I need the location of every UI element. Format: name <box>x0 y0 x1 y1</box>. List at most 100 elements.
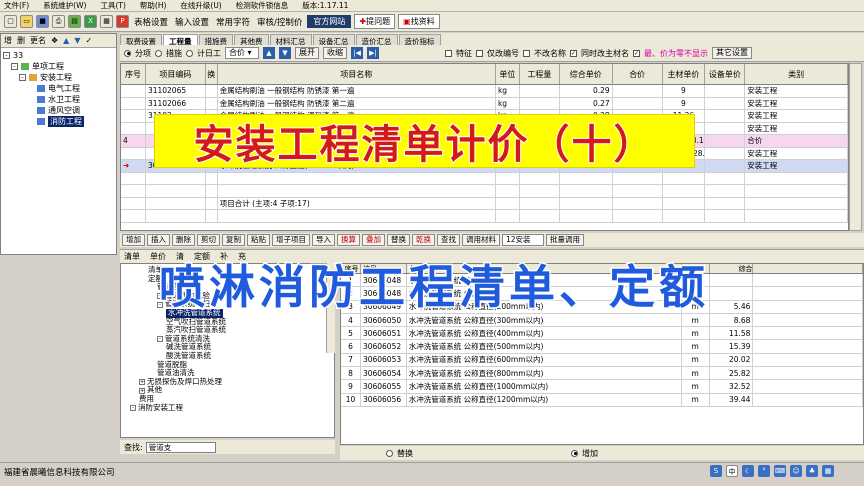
cell-price[interactable]: 0.29 <box>560 85 613 97</box>
arrow-up-icon[interactable]: ▲ <box>263 47 275 59</box>
tree-item-fire-protection[interactable]: 消防工程 <box>3 116 114 127</box>
cell-no[interactable] <box>121 172 146 184</box>
quota-cell-val[interactable]: 25.82 <box>710 367 754 380</box>
quota-cell-no[interactable]: 5 <box>341 327 361 340</box>
quota-cell-name[interactable]: 水冲洗管道系统 公称直径(400mm以内) <box>407 327 682 340</box>
cell-equip[interactable] <box>705 110 746 122</box>
quota-row[interactable]: 7 30606053 水冲洗管道系统 公称直径(600mm以内) m 20.02 <box>341 353 863 368</box>
quota-cell-val[interactable]: 15.39 <box>710 340 754 353</box>
action-button-2[interactable]: 删除 <box>172 234 195 246</box>
quota-tree-item[interactable]: - 消防安装工程 <box>121 403 334 413</box>
menu-item[interactable]: 在线升级(U) <box>180 0 221 11</box>
cell-equip[interactable] <box>705 185 746 197</box>
action-button-11[interactable]: 乾换 <box>412 234 435 246</box>
action-button-5[interactable]: 粘贴 <box>247 234 270 246</box>
cell-equip[interactable] <box>705 160 746 172</box>
quota-cell-unit[interactable]: m <box>682 367 710 380</box>
quota-row[interactable]: 9 30606055 水冲洗管道系统 公称直径(1000mm以内) m 32.52 <box>341 380 863 394</box>
cell-swap[interactable] <box>206 85 218 97</box>
col-no[interactable]: 序号 <box>121 64 146 84</box>
cell-total[interactable] <box>613 97 663 109</box>
total-select[interactable]: 合价 ▾ <box>225 47 259 59</box>
action-button-15[interactable]: 批量调用 <box>546 234 584 246</box>
tree-item-plumbing[interactable]: 水卫工程 <box>3 94 114 105</box>
cell-unit[interactable] <box>496 197 520 209</box>
cell-equip[interactable] <box>705 85 746 97</box>
collapse-icon[interactable]: - <box>11 63 18 70</box>
other-settings-button[interactable]: 其它设置 <box>712 47 752 59</box>
cell-price[interactable] <box>560 185 613 197</box>
menu-item[interactable]: 文件(F) <box>4 0 29 11</box>
keyboard-icon[interactable]: ⌨ <box>774 465 786 477</box>
replace-radio[interactable] <box>386 449 393 457</box>
cell-no[interactable] <box>121 147 146 159</box>
cell-cat[interactable]: 安装工程 <box>745 147 848 159</box>
cell-name[interactable] <box>218 172 496 184</box>
action-button-7[interactable]: 导入 <box>312 234 335 246</box>
action-button-9[interactable]: 叠加 <box>362 234 385 246</box>
cell-code[interactable]: 31102065 <box>146 85 206 97</box>
action-button-1[interactable]: 插入 <box>147 234 170 246</box>
cell-equip[interactable] <box>705 122 746 134</box>
cell-name[interactable]: 金属结构刷油 一般钢结构 防锈漆 第一遍 <box>218 85 496 97</box>
punctuation-icon[interactable]: ° <box>758 465 770 477</box>
quota-tree-item[interactable]: 碱洗管道系统 <box>121 343 334 352</box>
cell-cat[interactable]: 安装工程 <box>745 160 848 172</box>
action-button-8[interactable]: 换算 <box>337 234 360 246</box>
input-method-icon[interactable]: S <box>710 465 722 477</box>
cell-swap[interactable] <box>206 185 218 197</box>
menu-item[interactable]: 检测软件锁信息 <box>236 0 289 11</box>
hide-zero-checkbox[interactable]: ✓ <box>633 49 640 57</box>
quota-cell-no[interactable]: 6 <box>341 340 361 353</box>
cell-qty[interactable] <box>520 197 560 209</box>
quota-tree-item[interactable]: 管道脱脂 <box>121 360 334 370</box>
calc-icon[interactable]: ▦ <box>100 15 113 28</box>
col-code[interactable]: 项目编码 <box>146 64 206 84</box>
quota-cell-val[interactable]: 32.52 <box>710 380 754 393</box>
move-up-icon[interactable]: ▲ <box>63 36 69 45</box>
radio-daywork[interactable] <box>186 49 193 57</box>
quota-cell-val[interactable]: 39.44 <box>710 393 754 406</box>
quota-row[interactable]: 5 30606051 水冲洗管道系统 公称直径(400mm以内) m 11.58 <box>341 327 863 341</box>
collapse-icon[interactable]: - <box>3 52 10 59</box>
tab-4[interactable]: 材料汇总 <box>269 34 312 46</box>
col-swap[interactable]: 换 <box>206 64 218 84</box>
tab-1[interactable]: 工程量 <box>163 34 198 46</box>
cell-swap[interactable] <box>206 172 218 184</box>
confirm-icon[interactable]: ✓ <box>85 36 92 45</box>
print-icon[interactable]: ⎙ <box>52 15 65 28</box>
action-button-13[interactable]: 调用材料 <box>462 234 500 246</box>
save-icon[interactable]: ■ <box>36 15 49 28</box>
arrow-down-icon[interactable]: ▼ <box>279 47 291 59</box>
cell-total[interactable] <box>613 85 663 97</box>
action-button-12[interactable]: 查找 <box>437 234 460 246</box>
table-row[interactable] <box>121 185 848 198</box>
cell-cat[interactable] <box>745 172 848 184</box>
quota-tree-item[interactable]: 空气吹扫管道系统 <box>121 317 334 327</box>
quota-row[interactable]: 8 30606054 水冲洗管道系统 公称直径(800mm以内) m 25.82 <box>341 367 863 381</box>
col-unit[interactable]: 单位 <box>496 64 520 84</box>
quota-tree-item[interactable]: 酸洗管道系统 <box>121 351 334 361</box>
add-node-button[interactable]: 增 <box>4 35 12 46</box>
quota-cell-val[interactable]: 11.58 <box>710 327 754 340</box>
quota-cell-unit[interactable]: m <box>682 393 710 406</box>
find-material-button[interactable]: ▣找资料 <box>398 14 440 29</box>
quota-cell-name[interactable]: 水冲洗管道系统 公称直径(1000mm以内) <box>407 380 682 393</box>
tab-5[interactable]: 设备汇总 <box>312 34 355 46</box>
quota-cell-name[interactable]: 水冲洗管道系统 公称直径(1200mm以内) <box>407 393 682 406</box>
table-row[interactable]: 31102066 金属结构刷油 一般钢结构 防锈漆 第二遍 kg 0.27 9 安装工程 <box>121 97 848 110</box>
tree-root[interactable]: -33 <box>3 50 114 61</box>
cell-cat[interactable] <box>745 197 848 209</box>
quota-cell-no[interactable]: 8 <box>341 367 361 380</box>
cell-cat[interactable]: 合价 <box>745 135 848 147</box>
cell-name[interactable]: 项目合计 (主项:4 子项:17) <box>218 197 496 209</box>
quota-cell-no[interactable]: 7 <box>341 353 361 367</box>
cell-no[interactable]: 4 <box>121 135 146 147</box>
collapse-icon[interactable]: - <box>157 336 163 343</box>
expand-button[interactable]: 展开 <box>295 47 319 59</box>
col-name[interactable]: 项目名称 <box>218 64 496 84</box>
cell-mat[interactable] <box>663 185 706 197</box>
tab-2[interactable]: 措施费 <box>198 34 233 46</box>
cell-qty[interactable] <box>520 97 560 109</box>
quota-cell-val[interactable]: 20.02 <box>710 353 754 367</box>
